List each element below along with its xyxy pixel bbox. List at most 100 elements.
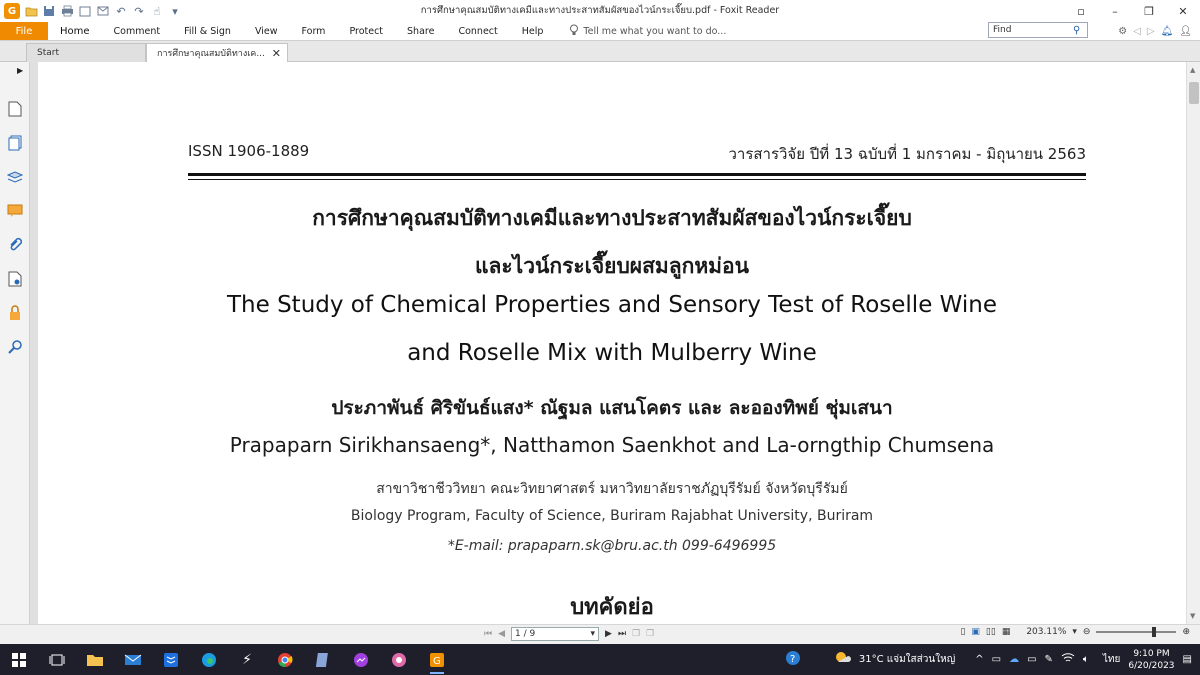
close-tab-icon[interactable]: ✕ xyxy=(272,47,281,60)
redo-icon[interactable]: ↷ xyxy=(132,4,146,18)
onedrive-icon[interactable]: ☁︎ xyxy=(1009,654,1019,665)
zoom-slider-knob[interactable] xyxy=(1152,627,1157,637)
zoom-level[interactable]: 203.11% xyxy=(1026,627,1066,637)
email-icon[interactable] xyxy=(96,4,110,18)
foxit-taskbar-icon[interactable]: G xyxy=(418,644,456,675)
messenger-icon[interactable] xyxy=(342,644,380,675)
title-bar: G ↶ ↷ ☝ ▾ การศึกษาคุณสมบัติทางเคมีและทาง… xyxy=(0,0,1200,22)
document-view[interactable]: ISSN 1906-1889 วารสารวิจัย ปีที่ 13 ฉบับ… xyxy=(38,62,1186,624)
ribbon-right-icons: ⚙ ◁ ▷ 🔔︎ 👤︎ xyxy=(1118,22,1192,40)
menu-home[interactable]: Home xyxy=(48,22,102,40)
user-icon[interactable]: 👤︎ xyxy=(1179,26,1192,37)
dropbox-icon[interactable] xyxy=(152,644,190,675)
menu-connect[interactable]: Connect xyxy=(446,22,509,40)
next-view-icon[interactable]: ❐ xyxy=(646,629,654,639)
notification-center-icon[interactable]: ▤ xyxy=(1183,654,1192,665)
next-page-icon[interactable]: ▶ xyxy=(605,629,612,639)
menu-form[interactable]: Form xyxy=(290,22,338,40)
menu-share[interactable]: Share xyxy=(395,22,446,40)
task-view-icon[interactable] xyxy=(38,644,76,675)
start-button[interactable] xyxy=(0,644,38,675)
tell-me-search[interactable]: Tell me what you want to do... xyxy=(555,24,726,39)
zoom-slider[interactable] xyxy=(1096,627,1177,637)
volume-icon[interactable]: 🔈︎ xyxy=(1083,654,1089,665)
restore-icon[interactable]: ❐ xyxy=(1132,0,1166,22)
navigation-pane xyxy=(0,62,30,624)
facing-page-icon[interactable]: ▯▯ xyxy=(986,627,996,637)
previous-view-icon[interactable]: ❐ xyxy=(632,629,640,639)
previous-page-icon[interactable]: ◀ xyxy=(498,629,505,639)
next-icon[interactable]: ▷ xyxy=(1147,26,1155,37)
menu-protect[interactable]: Protect xyxy=(337,22,395,40)
chrome-icon[interactable] xyxy=(266,644,304,675)
battery-icon[interactable]: ▭ xyxy=(1027,654,1036,665)
open-icon[interactable] xyxy=(24,4,38,18)
continuous-page-icon[interactable]: ▣ xyxy=(971,627,980,637)
lightning-app-icon[interactable]: ⚡︎ xyxy=(228,644,266,675)
vertical-scrollbar[interactable]: ▲ ▼ xyxy=(1186,62,1200,624)
pages-icon[interactable] xyxy=(0,126,30,160)
scroll-down-icon[interactable]: ▼ xyxy=(1190,612,1195,620)
save-icon[interactable] xyxy=(42,4,56,18)
minimize-icon[interactable]: – xyxy=(1098,0,1132,22)
continuous-facing-icon[interactable]: ▦ xyxy=(1002,627,1011,637)
previous-icon[interactable]: ◁ xyxy=(1133,26,1141,37)
attachment-icon[interactable] xyxy=(0,228,30,262)
lock-icon[interactable] xyxy=(0,296,30,330)
pen-icon[interactable]: ✎ xyxy=(1045,654,1053,665)
ribbon-options-icon[interactable]: ▫ xyxy=(1064,0,1098,22)
comments-icon[interactable] xyxy=(0,194,30,228)
page-number-input[interactable]: 1 / 9 ▾ xyxy=(511,627,600,641)
customize-toolbar-icon[interactable]: ▾ xyxy=(168,4,182,18)
menu-view[interactable]: View xyxy=(243,22,290,40)
hand-tool-icon[interactable]: ☝ xyxy=(150,4,164,18)
header-rule-thin xyxy=(188,179,1086,180)
file-explorer-icon[interactable] xyxy=(76,644,114,675)
find-input[interactable]: Find ⚲ xyxy=(988,22,1088,38)
weather-text[interactable]: 31°C แจ่มใสส่วนใหญ่ xyxy=(859,652,955,667)
window-icon[interactable] xyxy=(78,4,92,18)
search-tool-icon[interactable] xyxy=(0,330,30,364)
signature-icon[interactable] xyxy=(0,262,30,296)
menu-fill-sign[interactable]: Fill & Sign xyxy=(172,22,243,40)
tab-document[interactable]: การศึกษาคุณสมบัติทางเค... ✕ xyxy=(146,43,288,62)
tray-chevron-icon[interactable]: ^ xyxy=(975,654,983,665)
find-placeholder: Find xyxy=(993,25,1012,35)
layers-icon[interactable] xyxy=(0,160,30,194)
tab-start[interactable]: Start xyxy=(26,43,146,62)
pane-splitter[interactable] xyxy=(30,62,38,624)
scroll-thumb[interactable] xyxy=(1189,82,1199,104)
search-icon[interactable]: ⚲ xyxy=(1073,25,1087,36)
zoom-in-icon[interactable]: ⊕ xyxy=(1182,627,1190,637)
page-dropdown-icon[interactable]: ▾ xyxy=(591,629,596,639)
file-menu[interactable]: File xyxy=(0,22,48,40)
menu-comment[interactable]: Comment xyxy=(102,22,173,40)
tray-device-icon[interactable]: ▭ xyxy=(992,654,1001,665)
notification-icon[interactable]: 🔔︎ xyxy=(1161,26,1174,37)
quick-access-toolbar: G ↶ ↷ ☝ ▾ xyxy=(0,0,182,22)
foxit-logo-icon[interactable]: G xyxy=(4,3,20,19)
weather-icon[interactable] xyxy=(833,650,851,669)
edge-icon[interactable] xyxy=(190,644,228,675)
svg-text:G: G xyxy=(433,656,441,667)
zoom-dropdown-icon[interactable]: ▾ xyxy=(1072,627,1077,637)
scroll-up-icon[interactable]: ▲ xyxy=(1190,66,1195,74)
notebook-icon[interactable] xyxy=(304,644,342,675)
page-thumbnail-icon[interactable] xyxy=(0,92,30,126)
close-icon[interactable]: ✕ xyxy=(1166,0,1200,22)
menu-help[interactable]: Help xyxy=(510,22,556,40)
print-icon[interactable] xyxy=(60,4,74,18)
expand-pane-arrow-icon[interactable]: ▶ xyxy=(17,66,23,75)
first-page-icon[interactable]: ⏮ xyxy=(484,629,492,639)
color-app-icon[interactable] xyxy=(380,644,418,675)
mail-icon[interactable] xyxy=(114,644,152,675)
help-icon[interactable]: ? xyxy=(785,650,801,669)
wifi-icon[interactable] xyxy=(1061,652,1075,667)
input-language[interactable]: ไทย xyxy=(1103,652,1120,667)
undo-icon[interactable]: ↶ xyxy=(114,4,128,18)
last-page-icon[interactable]: ⏭ xyxy=(618,629,626,639)
settings-icon[interactable]: ⚙ xyxy=(1118,26,1127,37)
single-page-icon[interactable]: ▯ xyxy=(960,627,965,637)
clock[interactable]: 9:10 PM 6/20/2023 xyxy=(1128,648,1174,672)
zoom-out-icon[interactable]: ⊖ xyxy=(1083,627,1091,637)
